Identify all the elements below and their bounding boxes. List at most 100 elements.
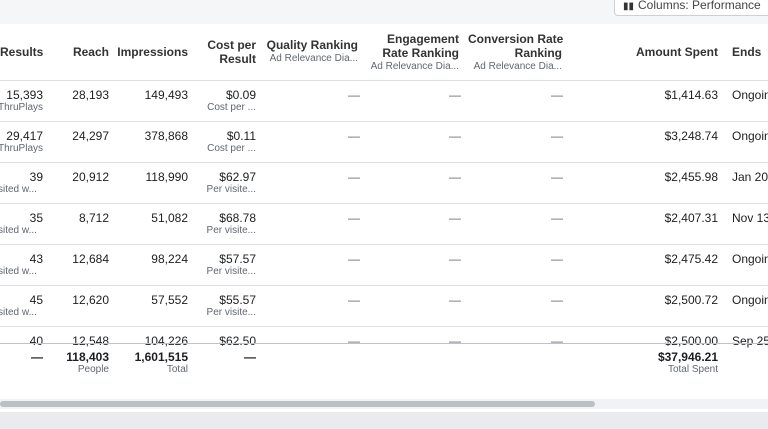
table-row[interactable]: 35 sited w... 8,712 51,082 $68.78 Per visite.… [0,203,768,244]
cell-results: 45 sited w... [0,293,43,318]
cell-amount-spent: $2,500.72 [664,293,718,307]
header-cost-line1: Cost per [207,38,256,52]
cell-reach: 24,297 [72,129,109,143]
total-spent-sub: Total Spent [667,364,718,375]
cell-ends: Ongoing [732,88,768,102]
header-conversion-sub: Ad Relevance Dia... [473,61,562,72]
cell-conversion-ranking: — [551,129,563,143]
cell-amount-spent: $2,455.98 [664,170,718,184]
cell-engagement-ranking: — [449,252,461,266]
cost-sub: Per visite... [206,266,256,277]
header-ends[interactable]: Ends [732,45,768,59]
cost-value: $55.57 [219,293,256,307]
header-reach-label: Reach [72,45,109,59]
cost-value: $0.09 [225,88,256,102]
cell-impressions: 118,990 [145,170,189,184]
cell-amount-spent: $3,248.74 [664,129,718,143]
cell-reach: 20,912 [72,170,109,184]
header-quality-ranking[interactable]: Quality Ranking Ad Relevance Dia... [266,38,358,66]
cost-sub: Per visite... [206,184,256,195]
cell-ends: Ongoing [732,129,768,143]
results-sub: sited w... [0,184,37,195]
total-reach: 118,403 People [60,350,109,375]
columns-icon: ▮▮ [623,1,635,12]
total-spent-value: $37,946.21 [657,350,718,364]
total-amount-spent: $37,946.21 Total Spent [630,350,718,375]
horizontal-scrollbar-thumb[interactable] [0,401,595,407]
bottom-footer-band [0,412,768,429]
cost-value: $62.97 [219,170,256,184]
total-results: — [31,350,43,364]
cell-ends: Nov 13 [732,211,768,225]
cell-impressions: 98,224 [151,252,188,266]
header-engagement-line1: Engagement [386,32,459,46]
header-impressions[interactable]: Impressions [115,45,188,59]
total-reach-sub: People [77,364,109,375]
header-engagement-ranking[interactable]: Engagement Rate Ranking Ad Relevance Dia… [366,32,459,74]
cell-quality-ranking: — [348,211,360,225]
header-results-label: Results [0,45,44,59]
results-value: 43 [29,252,43,266]
header-quality-label: Quality Ranking [266,38,358,52]
cost-sub: Per visite... [206,225,256,236]
cell-cost-per-result: $62.97 Per visite... [196,170,256,195]
cell-conversion-ranking: — [551,211,563,225]
results-value: 39 [29,170,43,184]
header-conversion-line2: Ranking [514,46,562,60]
cost-sub: Cost per ... [207,102,256,113]
header-reach[interactable]: Reach [60,45,109,59]
cell-quality-ranking: — [348,129,360,143]
cell-results: 15,393 ThruPlays [0,88,43,113]
cell-amount-spent: $1,414.63 [664,88,718,102]
cell-reach: 8,712 [78,211,109,225]
total-impressions: 1,601,515 Total [115,350,188,375]
totals-row: — 118,403 People 1,601,515 Total — $37,9… [0,343,768,380]
cost-sub: Per visite... [206,307,256,318]
cell-ends: Ongoing [732,252,768,266]
cell-cost-per-result: $68.78 Per visite... [196,211,256,236]
cell-conversion-ranking: — [551,252,563,266]
results-value: 35 [29,211,43,225]
header-ends-label: Ends [732,45,762,59]
cell-results: 39 sited w... [0,170,43,195]
cell-engagement-ranking: — [449,293,461,307]
total-impressions-value: 1,601,515 [134,350,188,364]
results-sub: ThruPlays [0,102,44,113]
header-conversion-ranking[interactable]: Conversion Rate Ranking Ad Relevance Dia… [468,32,563,74]
total-impressions-sub: Total [166,364,188,375]
cell-quality-ranking: — [348,293,360,307]
cell-amount-spent: $2,475.42 [664,252,718,266]
cost-sub: Cost per ... [207,143,256,154]
table-row[interactable]: 43 sited w... 12,684 98,224 $57.57 Per visite… [0,244,768,285]
results-sub: sited w... [0,266,37,277]
cell-results: 29,417 ThruPlays [0,129,43,154]
header-quality-sub: Ad Relevance Dia... [269,53,358,64]
header-engagement-line2: Rate Ranking [382,46,459,60]
cell-conversion-ranking: — [551,170,563,184]
results-sub: sited w... [0,225,37,236]
table-row[interactable]: 39 sited w... 20,912 118,990 $62.97 Per visit… [0,162,768,203]
columns-dropdown-button[interactable]: ▮▮ Columns: Performance [614,0,768,16]
cell-cost-per-result: $0.09 Cost per ... [196,88,256,113]
header-amount-spent[interactable]: Amount Spent [630,45,718,59]
header-engagement-sub: Ad Relevance Dia... [370,61,459,72]
cell-impressions: 51,082 [151,211,188,225]
cell-ends: Ongoing [732,293,768,307]
results-sub: sited w... [0,307,37,318]
cost-value: $68.78 [219,211,256,225]
results-value: 15,393 [6,88,43,102]
results-value: 29,417 [6,129,43,143]
header-results[interactable]: Results [0,45,43,59]
cell-results: 43 sited w... [0,252,43,277]
table-row[interactable]: 45 sited w... 12,620 57,552 $55.57 Per visite… [0,285,768,326]
cell-quality-ranking: — [348,88,360,102]
columns-label: Columns: Performance [638,0,761,12]
cell-conversion-ranking: — [551,88,563,102]
header-cost-per-result[interactable]: Cost per Result [196,38,256,66]
cell-engagement-ranking: — [449,88,461,102]
cell-conversion-ranking: — [551,293,563,307]
cell-quality-ranking: — [348,252,360,266]
table-row[interactable]: 15,393 ThruPlays 28,193 149,493 $0.09 Cost pe… [0,80,768,121]
cell-cost-per-result: $57.57 Per visite... [196,252,256,277]
table-row[interactable]: 29,417 ThruPlays 24,297 378,868 $0.11 Cost pe… [0,121,768,162]
